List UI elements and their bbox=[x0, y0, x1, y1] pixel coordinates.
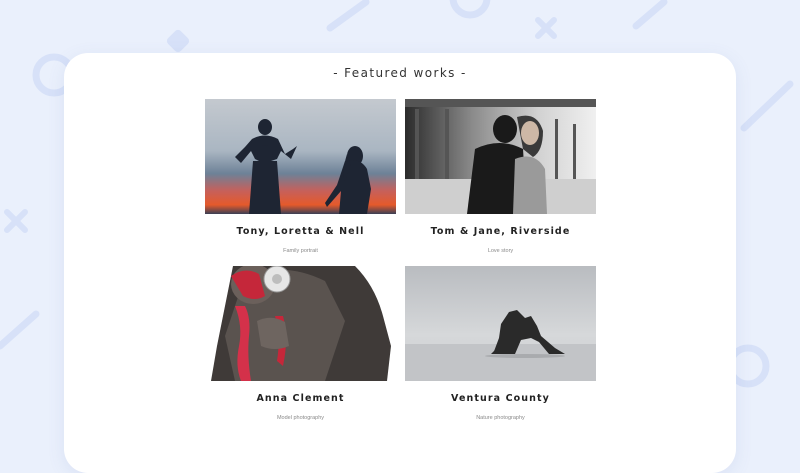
work-image[interactable] bbox=[205, 266, 396, 381]
work-card-3[interactable]: Anna Clement Model photography bbox=[205, 266, 396, 421]
work-title[interactable]: Tony, Loretta & Nell bbox=[205, 226, 396, 237]
work-category: Model photography bbox=[276, 415, 325, 421]
work-image[interactable] bbox=[205, 99, 396, 214]
work-card-2[interactable]: Tom & Jane, Riverside Love story bbox=[405, 99, 596, 254]
featured-works-card bbox=[64, 53, 736, 473]
work-category: Nature photography bbox=[476, 415, 525, 421]
work-category: Love story bbox=[487, 248, 514, 254]
work-image[interactable] bbox=[405, 99, 596, 214]
work-image[interactable] bbox=[405, 266, 596, 381]
work-card-4[interactable]: Ventura County Nature photography bbox=[405, 266, 596, 421]
section-title: - Featured works - bbox=[333, 66, 467, 80]
work-card-1[interactable]: Tony, Loretta & Nell Family portrait bbox=[205, 99, 396, 254]
work-category: Family portrait bbox=[283, 248, 318, 254]
work-title[interactable]: Ventura County bbox=[405, 393, 596, 404]
work-title[interactable]: Tom & Jane, Riverside bbox=[405, 226, 596, 237]
work-title[interactable]: Anna Clement bbox=[205, 393, 396, 404]
